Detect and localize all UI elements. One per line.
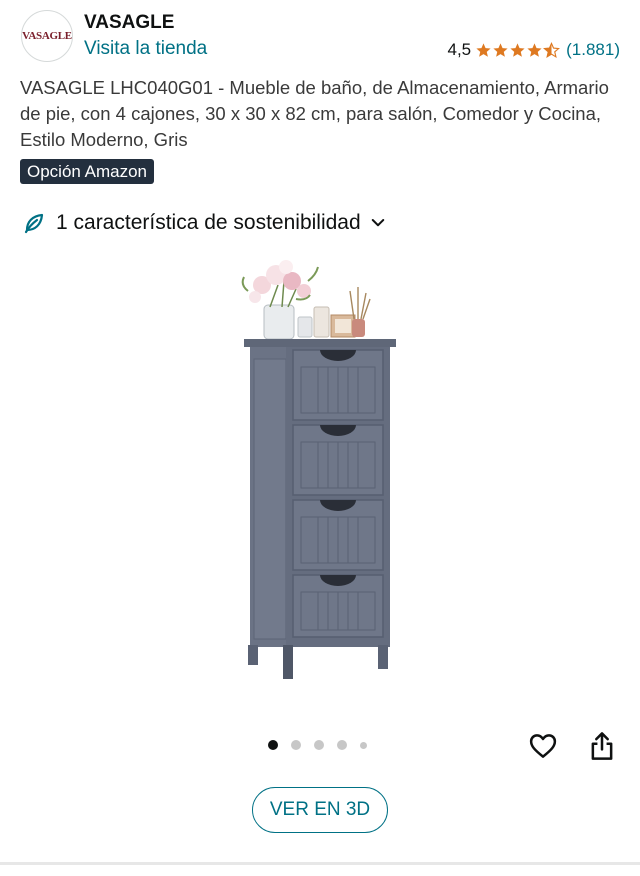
amazon-choice-badge[interactable]: Opción Amazon	[20, 159, 155, 184]
image-carousel-dots[interactable]	[268, 740, 380, 750]
carousel-dot-active[interactable]	[268, 740, 278, 750]
cabinet-leg	[248, 645, 258, 665]
view-in-3d-button[interactable]: VER EN 3D	[252, 787, 388, 833]
brand-name[interactable]: VASAGLE	[84, 12, 174, 34]
chevron-down-icon	[371, 219, 384, 227]
star-half-icon	[543, 41, 561, 58]
brand-header: VASAGLE VASAGLE Visita la tienda 4,5 (1.…	[0, 0, 640, 70]
star-full-icon	[527, 42, 542, 57]
product-image[interactable]	[200, 255, 440, 685]
carousel-dot[interactable]	[337, 740, 347, 750]
carousel-dot[interactable]	[314, 740, 324, 750]
rating-value: 4,5	[447, 40, 472, 59]
cabinet-leg	[283, 645, 293, 679]
cabinet-top	[244, 339, 396, 347]
leaf-icon	[24, 213, 44, 234]
product-title: VASAGLE LHC040G01 - Mueble de baño, de A…	[20, 77, 609, 150]
star-full-icon	[510, 42, 525, 57]
star-full-icon	[476, 42, 491, 57]
sustainability-label: 1 característica de sostenibilidad	[56, 211, 361, 234]
cabinet-drawers	[292, 349, 384, 638]
cabinet-leg	[378, 645, 388, 669]
rating-stars	[475, 41, 561, 59]
carousel-dot[interactable]	[360, 741, 367, 749]
heart-icon[interactable]	[528, 731, 558, 761]
carousel-dot[interactable]	[291, 740, 301, 750]
visit-store-link[interactable]: Visita la tienda	[84, 38, 207, 60]
share-icon[interactable]	[588, 730, 616, 762]
sustainability-toggle[interactable]: 1 característica de sostenibilidad	[22, 211, 387, 235]
rating-summary[interactable]: 4,5 (1.881)	[447, 40, 620, 60]
rating-count[interactable]: (1.881)	[566, 40, 620, 60]
brand-logo-text: VASAGLE	[22, 30, 72, 42]
section-divider	[0, 862, 640, 865]
star-full-icon	[493, 42, 508, 57]
brand-logo[interactable]: VASAGLE	[21, 10, 73, 62]
